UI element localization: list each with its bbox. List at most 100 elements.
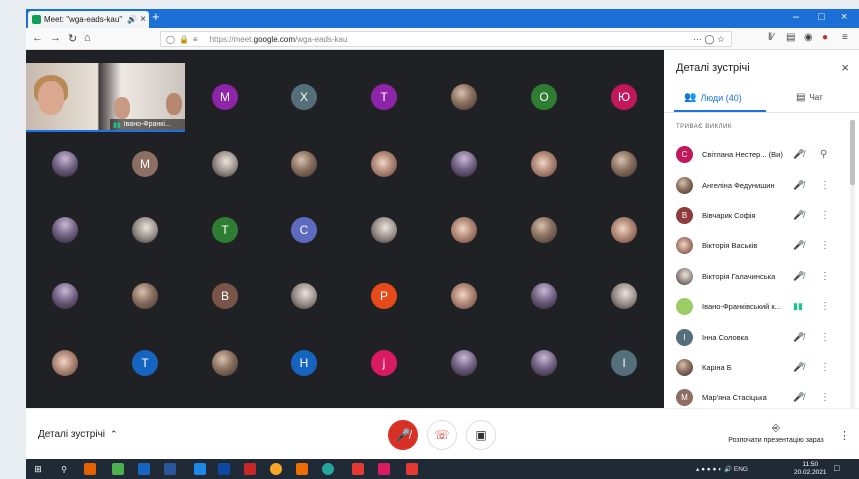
- tab-people[interactable]: 👥 Люди (40): [684, 92, 742, 103]
- participant-avatar[interactable]: M: [132, 151, 158, 177]
- leave-call-button[interactable]: ☏: [427, 420, 457, 450]
- participant-row[interactable]: Івано-Франківський к... ▮▮ ⋮: [664, 292, 854, 320]
- participant-avatar[interactable]: Ю: [611, 84, 637, 110]
- more-options-icon[interactable]: ⋮: [820, 271, 830, 282]
- participant-avatar[interactable]: H: [291, 350, 317, 376]
- pdf-icon[interactable]: [406, 463, 418, 475]
- participant-photo[interactable]: [132, 217, 158, 243]
- participant-photo[interactable]: [212, 350, 238, 376]
- lock-icon[interactable]: 🔒: [179, 35, 189, 44]
- app-icon[interactable]: [194, 463, 206, 475]
- participant-photo[interactable]: [52, 217, 78, 243]
- participant-photo[interactable]: [291, 283, 317, 309]
- app-icon[interactable]: [378, 463, 390, 475]
- permissions-icon[interactable]: ≡: [193, 35, 198, 44]
- participant-photo[interactable]: [531, 151, 557, 177]
- participant-photo[interactable]: [52, 283, 78, 309]
- participant-row[interactable]: М Мар'яна Стасіцька 🎤̸ ⋮: [664, 383, 854, 411]
- participant-photo[interactable]: [451, 84, 477, 110]
- panel-scrollbar-thumb[interactable]: [850, 120, 855, 185]
- participant-photo[interactable]: [132, 283, 158, 309]
- download-icon[interactable]: [352, 463, 364, 475]
- word-icon[interactable]: [164, 463, 176, 475]
- more-options-icon[interactable]: ⋮: [820, 180, 830, 191]
- participant-avatar[interactable]: T: [212, 217, 238, 243]
- shield-icon[interactable]: ◯: [166, 35, 175, 44]
- tab-chat[interactable]: ▤ Чат: [796, 92, 823, 103]
- save-icon[interactable]: [218, 463, 230, 475]
- app-icon[interactable]: [244, 463, 256, 475]
- participant-photo[interactable]: [451, 350, 477, 376]
- participant-avatar[interactable]: j: [371, 350, 397, 376]
- self-video-tile[interactable]: ▮▮ Івано-Франкі...: [26, 63, 185, 132]
- participant-photo[interactable]: [451, 283, 477, 309]
- new-tab-button[interactable]: +: [152, 9, 160, 24]
- url-bar[interactable]: ◯ 🔒 ≡ https://meet.google.com/wga-eads-k…: [160, 31, 732, 47]
- close-panel-icon[interactable]: ×: [841, 60, 849, 75]
- participant-photo[interactable]: [291, 151, 317, 177]
- camera-toggle-button[interactable]: ▣: [466, 420, 496, 450]
- library-icon[interactable]: ‖⁄: [768, 32, 774, 43]
- participant-avatar[interactable]: I: [611, 350, 637, 376]
- participant-photo[interactable]: [611, 283, 637, 309]
- pin-icon[interactable]: ⚲: [820, 149, 827, 160]
- menu-icon[interactable]: ≡: [842, 32, 848, 43]
- participant-avatar[interactable]: M: [212, 84, 238, 110]
- participant-row[interactable]: Каріна Б 🎤̸ ⋮: [664, 353, 854, 381]
- chrome-icon[interactable]: [112, 463, 124, 475]
- participant-avatar[interactable]: P: [371, 283, 397, 309]
- sidebar-icon[interactable]: ▤: [786, 32, 795, 43]
- more-options-icon[interactable]: ⋮: [839, 429, 850, 442]
- present-now-button[interactable]: ⎆ Розпочати презентацію зараз: [721, 423, 831, 444]
- participant-photo[interactable]: [611, 217, 637, 243]
- microphone-toggle-button[interactable]: 🎤̸: [388, 420, 418, 450]
- meeting-details-button[interactable]: Деталі зустрічі ⌃: [38, 429, 118, 440]
- page-actions-icon[interactable]: ··· ◯ ☆: [693, 34, 725, 45]
- participant-avatar[interactable]: C: [291, 217, 317, 243]
- participant-photo[interactable]: [212, 151, 238, 177]
- system-tray[interactable]: ▴ ● ● ● ◐ 🔊 ENG: [696, 465, 748, 473]
- participant-photo[interactable]: [451, 151, 477, 177]
- participant-photo[interactable]: [531, 217, 557, 243]
- firefox-icon[interactable]: [84, 463, 96, 475]
- app-icon[interactable]: [296, 463, 308, 475]
- more-options-icon[interactable]: ⋮: [820, 332, 830, 343]
- app-icon[interactable]: [138, 463, 150, 475]
- participant-avatar[interactable]: T: [371, 84, 397, 110]
- participant-photo[interactable]: [371, 217, 397, 243]
- participant-row[interactable]: Вікторія Васьків 🎤̸ ⋮: [664, 231, 854, 259]
- close-window-icon[interactable]: ×: [841, 11, 847, 23]
- participant-row[interactable]: В Вівчарик Софія 🎤̸ ⋮: [664, 201, 854, 229]
- participant-photo[interactable]: [371, 151, 397, 177]
- participant-row[interactable]: Вікторія Галачинська 🎤̸ ⋮: [664, 262, 854, 290]
- more-options-icon[interactable]: ⋮: [820, 362, 830, 373]
- search-icon[interactable]: ⚲: [58, 463, 70, 475]
- participant-photo[interactable]: [52, 350, 78, 376]
- tab-close-icon[interactable]: ×: [140, 14, 146, 25]
- more-options-icon[interactable]: ⋮: [820, 240, 830, 251]
- participant-row[interactable]: І Інна Соловка 🎤̸ ⋮: [664, 323, 854, 351]
- clock[interactable]: 11:50 20.02.2021: [794, 461, 827, 477]
- participant-avatar[interactable]: T: [132, 350, 158, 376]
- participant-row[interactable]: Ангеліна Федунишин 🎤̸ ⋮: [664, 171, 854, 199]
- participant-avatar[interactable]: X: [291, 84, 317, 110]
- more-options-icon[interactable]: ⋮: [820, 392, 830, 403]
- app-icon[interactable]: [270, 463, 282, 475]
- participant-photo[interactable]: [531, 350, 557, 376]
- participant-row[interactable]: С Світлана Нестер... (Ви) 🎤̸ ⚲: [664, 140, 854, 168]
- maximize-icon[interactable]: □: [818, 11, 825, 23]
- participant-photo[interactable]: [611, 151, 637, 177]
- forward-icon[interactable]: →: [50, 32, 61, 44]
- app-icon[interactable]: [322, 463, 334, 475]
- participant-photo[interactable]: [531, 283, 557, 309]
- audio-playing-icon[interactable]: 🔊: [127, 15, 137, 24]
- participant-avatar[interactable]: O: [531, 84, 557, 110]
- more-options-icon[interactable]: ⋮: [820, 301, 830, 312]
- participant-photo[interactable]: [52, 151, 78, 177]
- browser-tab[interactable]: Meet: "wga-eads-kau" 🔊 ×: [28, 11, 149, 28]
- account-icon[interactable]: ◉: [804, 32, 813, 43]
- minimize-icon[interactable]: –: [793, 11, 799, 23]
- reload-icon[interactable]: ↻: [68, 32, 77, 45]
- notifications-icon[interactable]: □: [834, 463, 839, 473]
- home-icon[interactable]: ⌂: [84, 32, 91, 44]
